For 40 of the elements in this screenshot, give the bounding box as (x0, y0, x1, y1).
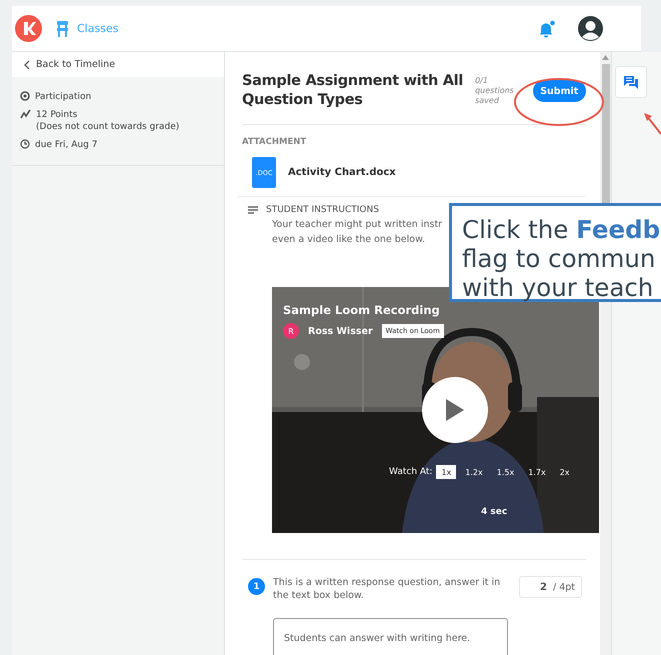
speed-option[interactable]: 1.5x (492, 465, 520, 479)
duration-text: 4 sec (481, 507, 508, 517)
back-link[interactable]: Back to Timeline (12, 52, 224, 77)
speed-label: Watch At: (389, 467, 432, 477)
logo-icon[interactable] (15, 15, 42, 42)
clock-icon (20, 139, 30, 149)
play-icon (446, 399, 464, 421)
speed-option[interactable]: 2x (554, 465, 575, 479)
meta-text: due Fri, Aug 7 (35, 139, 98, 151)
speed-option[interactable]: 1x (436, 465, 456, 479)
answer-field[interactable]: Students can answer with writing here. (273, 618, 508, 655)
pointer-arrow (643, 112, 661, 136)
scroll-up-icon[interactable] (602, 55, 609, 60)
speed-option[interactable]: 1.7x (523, 465, 551, 479)
section-heading: ATTACHMENT (242, 137, 308, 147)
author-name: Ross Wisser (308, 326, 373, 336)
question-number: 1 (248, 578, 265, 595)
callout-text: Click the Feedb flag to commun with your teach (462, 215, 661, 302)
submit-button[interactable]: Submit (532, 80, 586, 102)
feedback-button[interactable] (615, 66, 647, 98)
instructions-heading: STUDENT INSTRUCTIONS (266, 205, 379, 215)
video-title: Sample Loom Recording (283, 303, 440, 317)
meta-text: 12 Points (Does not count towards grade) (36, 109, 180, 133)
scrollbar-thumb[interactable] (602, 64, 610, 204)
avatar-icon[interactable] (578, 16, 603, 41)
lines-icon (248, 206, 258, 214)
assignment-title: Sample Assignment with All Question Types (242, 72, 464, 110)
instructions-text: Your teacher might put written instr even a video like the one below. (272, 218, 442, 247)
progress-text: 0/1 questions saved (475, 76, 515, 106)
meta-text: Participation (35, 91, 92, 103)
score-field[interactable]: 2 / 4pt (519, 576, 582, 598)
trend-icon (20, 109, 31, 119)
file-name[interactable]: Activity Chart.docx (288, 167, 396, 178)
chair-icon (56, 20, 69, 37)
chat-icon (624, 76, 638, 88)
question-text: This is a written response question, answer it in the text box below. (273, 576, 502, 602)
chevron-left-icon (24, 60, 30, 70)
bell-icon[interactable] (538, 20, 556, 38)
speed-option[interactable]: 1.2x (460, 465, 488, 479)
target-icon (20, 91, 30, 101)
